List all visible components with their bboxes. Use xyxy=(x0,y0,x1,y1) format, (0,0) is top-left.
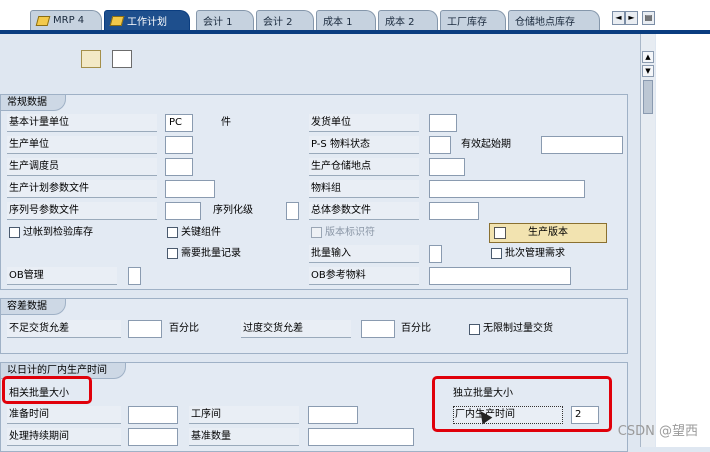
annotation-box-lot-dependent xyxy=(2,376,92,404)
processing-time-label: 处理持续期间 xyxy=(9,431,69,442)
ps-status-label: P-S 物料状态 xyxy=(311,139,370,150)
tab-costing-2[interactable]: 成本 2 xyxy=(378,10,438,30)
serial-profile-label: 序列号参数文件 xyxy=(9,205,79,216)
tab-scroll-right-icon[interactable]: ► xyxy=(625,11,638,25)
serial-profile-field[interactable] xyxy=(165,202,201,220)
overall-profile-field[interactable] xyxy=(429,202,479,220)
batch-entry-field[interactable] xyxy=(429,245,442,263)
group-general-data: 常规数据 基本计量单位 PC 件 发货单位 生产单位 P-S 物料状态 有效起始… xyxy=(0,94,628,290)
annotation-box-lot-independent xyxy=(432,376,612,432)
tab-costing-1[interactable]: 成本 1 xyxy=(316,10,376,30)
critical-comp-checkbox[interactable] xyxy=(167,227,178,238)
overdelivery-label: 过度交货允差 xyxy=(243,323,303,334)
batch-mgmt-checkbox[interactable] xyxy=(491,248,502,259)
issue-unit-field[interactable] xyxy=(429,114,457,132)
production-version-icon xyxy=(494,227,506,239)
watermark: CSDN @望西 xyxy=(617,424,698,439)
right-area xyxy=(656,34,710,447)
prod-scheduler-field[interactable] xyxy=(165,158,193,176)
interoperation-field[interactable] xyxy=(308,406,358,424)
material-group-field[interactable] xyxy=(429,180,585,198)
base-uom-label: 基本计量单位 xyxy=(9,117,69,128)
setup-time-label: 准备时间 xyxy=(9,409,49,420)
valid-from-field[interactable] xyxy=(541,136,623,154)
prod-scheduler-label: 生产调度员 xyxy=(9,161,59,172)
batch-mgmt-label: 批次管理需求 xyxy=(505,248,565,259)
document-icon[interactable] xyxy=(112,50,132,68)
processing-time-field[interactable] xyxy=(128,428,178,446)
issue-unit-label: 发货单位 xyxy=(311,117,351,128)
post-qi-label: 过帐到检验库存 xyxy=(23,227,93,238)
group-title: 常规数据 xyxy=(1,94,66,111)
tab-list-icon[interactable]: ▤ xyxy=(642,11,655,25)
ps-status-field[interactable] xyxy=(429,136,451,154)
prod-profile-field[interactable] xyxy=(165,180,215,198)
post-qi-checkbox[interactable] xyxy=(9,227,20,238)
underdelivery-label: 不足交货允差 xyxy=(9,323,69,334)
scroll-thumb[interactable] xyxy=(643,80,653,114)
production-version-button[interactable]: 生产版本 xyxy=(489,223,607,243)
material-group-label: 物料组 xyxy=(311,183,341,194)
base-uom-field[interactable]: PC xyxy=(165,114,193,132)
percent-label-1: 百分比 xyxy=(169,323,199,334)
prod-profile-label: 生产计划参数文件 xyxy=(9,183,89,194)
unlimited-overdelivery-label: 无限制过量交货 xyxy=(483,323,553,334)
critical-comp-label: 关键组件 xyxy=(181,227,221,238)
overdelivery-field[interactable] xyxy=(361,320,395,338)
version-indicator-label: 版本标识符 xyxy=(325,227,375,238)
version-indicator-checkbox xyxy=(311,227,322,238)
ob-ref-field[interactable] xyxy=(429,267,571,285)
tab-accounting-1[interactable]: 会计 1 xyxy=(196,10,254,30)
base-qty-field[interactable] xyxy=(308,428,414,446)
tab-storage-location-stock[interactable]: 仓储地点库存 xyxy=(508,10,600,30)
setup-time-field[interactable] xyxy=(128,406,178,424)
interoperation-label: 工序间 xyxy=(191,409,221,420)
serialization-label: 序列化级 xyxy=(213,205,253,216)
tab-mrp4[interactable]: MRP 4 xyxy=(30,10,102,30)
base-uom-unit: 件 xyxy=(221,117,231,128)
scroll-up-icon[interactable]: ▲ xyxy=(642,51,654,63)
batch-record-label: 需要批量记录 xyxy=(181,248,241,259)
tab-icon xyxy=(35,15,51,26)
tab-accounting-2[interactable]: 会计 2 xyxy=(256,10,314,30)
tab-scroll-left-icon[interactable]: ◄ xyxy=(612,11,625,25)
classification-icon[interactable] xyxy=(81,50,101,68)
tab-plant-stock[interactable]: 工厂库存 xyxy=(440,10,506,30)
unlimited-overdelivery-checkbox[interactable] xyxy=(469,324,480,335)
batch-record-checkbox[interactable] xyxy=(167,248,178,259)
prod-storage-field[interactable] xyxy=(429,158,465,176)
underdelivery-field[interactable] xyxy=(128,320,162,338)
base-qty-label: 基准数量 xyxy=(191,431,231,442)
group-tolerance-data: 容差数据 不足交货允差 百分比 过度交货允差 百分比 无限制过量交货 xyxy=(0,298,628,354)
tab-icon xyxy=(109,15,125,26)
ob-ref-label: OB参考物料 xyxy=(311,270,366,281)
group-title: 容差数据 xyxy=(1,298,66,315)
percent-label-2: 百分比 xyxy=(401,323,431,334)
ob-mgmt-label: OB管理 xyxy=(9,270,44,281)
prod-unit-label: 生产单位 xyxy=(9,139,49,150)
valid-from-label: 有效起始期 xyxy=(461,139,511,150)
serialization-field[interactable] xyxy=(286,202,299,220)
tab-bar: MRP 4 工作计划 会计 1 会计 2 成本 1 成本 2 工厂库存 仓储地点… xyxy=(0,0,710,30)
tab-work-scheduling[interactable]: 工作计划 xyxy=(104,10,190,30)
prod-unit-field[interactable] xyxy=(165,136,193,154)
scroll-down-icon[interactable]: ▼ xyxy=(642,65,654,77)
prod-storage-label: 生产仓储地点 xyxy=(311,161,371,172)
vertical-scrollbar[interactable]: ▲ ▼ xyxy=(640,34,655,447)
batch-entry-label: 批量输入 xyxy=(311,248,351,259)
main-content: 常规数据 基本计量单位 PC 件 发货单位 生产单位 P-S 物料状态 有效起始… xyxy=(0,34,640,452)
ob-mgmt-field[interactable] xyxy=(128,267,141,285)
overall-profile-label: 总体参数文件 xyxy=(311,205,371,216)
